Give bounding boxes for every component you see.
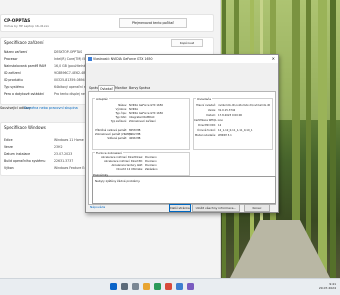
- device-header: CP-OPPTAS Victus by HP Laptop 16-d1xxx P…: [0, 14, 214, 32]
- store-icon[interactable]: [165, 283, 172, 290]
- app-icon[interactable]: [187, 283, 194, 290]
- notes-box: Poznámky Nebyly zjištěny žádné problémy.: [92, 173, 276, 204]
- driver-d3d-ddi: Direct3D DDI: 12: [198, 124, 222, 127]
- adapter-chip-type: Typ čipu: NVIDIA GeForce GTX 1650: [115, 112, 164, 115]
- windows-specs-header: Specifikace Windows: [4, 125, 46, 130]
- drivers-group-label: Ovladače: [196, 97, 213, 101]
- feature-dx12-ultimate: DirectX 12 Ultimate: Zakázáno: [116, 168, 158, 171]
- clock-date: 29.07.2024: [318, 286, 336, 290]
- related-links: Související odkazy Doména nebo pracovní …: [0, 106, 78, 110]
- start-icon[interactable]: [110, 283, 117, 290]
- adapter-group-label: Adaptér: [95, 97, 109, 101]
- adapter-manufacturer: Výrobce: NVIDIA: [115, 108, 139, 111]
- dialog-title: Vlastnosti: NVIDIA GeForce GTX 1650: [93, 57, 153, 61]
- file-explorer-icon[interactable]: [143, 283, 150, 290]
- notes-label: Poznámky: [93, 173, 109, 177]
- settings-app-icon[interactable]: [176, 283, 183, 290]
- drivers-group: Ovladače Hlavní ovladač: nvldumdx.dll,nvl…: [193, 97, 273, 150]
- device-model: Victus by HP Laptop 16-d1xxx: [4, 24, 50, 28]
- help-link[interactable]: Nápověda: [90, 205, 105, 209]
- copy-specs-button[interactable]: Kopírovat: [171, 39, 203, 47]
- adapter-device-type: Typ zařízení: Zobrazovací zařízení: [110, 120, 156, 123]
- next-page-button[interactable]: Další stránka: [169, 204, 191, 212]
- adapter-dac-type: Typ DAC: Integrated RAMDAC: [115, 116, 155, 119]
- driver-date: Datum: 17.8.2023 0:00:00: [206, 114, 243, 117]
- display-features-label: Funkce zobrazení: [95, 151, 124, 155]
- edge-icon[interactable]: [154, 283, 161, 290]
- system-clock[interactable]: 9:41 29.07.2024: [319, 282, 336, 290]
- exit-button[interactable]: Konec: [244, 204, 270, 212]
- feature-directdraw: Akcelerace rozhraní DirectDraw: Povoleno: [101, 156, 157, 159]
- rename-pc-button[interactable]: Přejmenovat tento počítač: [119, 18, 187, 28]
- adapter-name: Název: NVIDIA GeForce GTX 1650: [118, 104, 163, 107]
- notes-text: Nebyly zjištěny žádné problémy.: [95, 179, 141, 183]
- feature-agp: Akcelerace textury AGP: Povoleno: [111, 164, 157, 167]
- device-name: CP-OPPTAS: [4, 18, 31, 23]
- task-view-icon[interactable]: [132, 283, 139, 290]
- taskbar: 9:41 29.07.2024: [0, 278, 340, 295]
- feature-direct3d: Akcelerace rozhraní Direct3D: Povoleno: [104, 160, 157, 163]
- dialog-titlebar: Vlastnosti: NVIDIA GeForce GTX 1650 ✕: [86, 55, 278, 63]
- adapter-group: Adaptér Název: NVIDIA GeForce GTX 1650 Vý…: [92, 97, 190, 150]
- memory-total: Přibližná celková paměť: 8058 MB: [95, 129, 141, 132]
- search-icon[interactable]: [121, 283, 128, 290]
- dxdiag-icon: [88, 57, 92, 61]
- close-icon[interactable]: ✕: [272, 56, 275, 61]
- device-specs-header: Specifikace zařízení: [4, 40, 44, 45]
- driver-main: Hlavní ovladač: nvldumdx.dll,nvldumdx.dll…: [196, 104, 271, 107]
- save-all-info-button[interactable]: Uložit všechny informace...: [192, 204, 240, 212]
- memory-shared: Sdílená paměť: 4096 MB: [107, 137, 141, 140]
- driver-feature-levels: Úrovně funkcí: 12_1,12_0,11_1,11_0,10_1: [197, 129, 253, 132]
- driver-model: Model ovladače: WDDM 3.1: [194, 134, 232, 137]
- domain-workgroup-link[interactable]: Doména nebo pracovní skupina: [24, 106, 78, 110]
- driver-tab-panel: Adaptér Název: NVIDIA GeForce GTX 1650 Vý…: [88, 91, 276, 205]
- display-properties-dialog: Vlastnosti: NVIDIA GeForce GTX 1650 ✕ Sp…: [85, 54, 279, 213]
- driver-whql: Certifikace WHQL:Ano: [194, 119, 224, 122]
- driver-version: Verze: 31.0.15.3742: [207, 109, 236, 112]
- memory-vram: Zobrazovací paměť (VRAM):3962 MB: [95, 133, 141, 136]
